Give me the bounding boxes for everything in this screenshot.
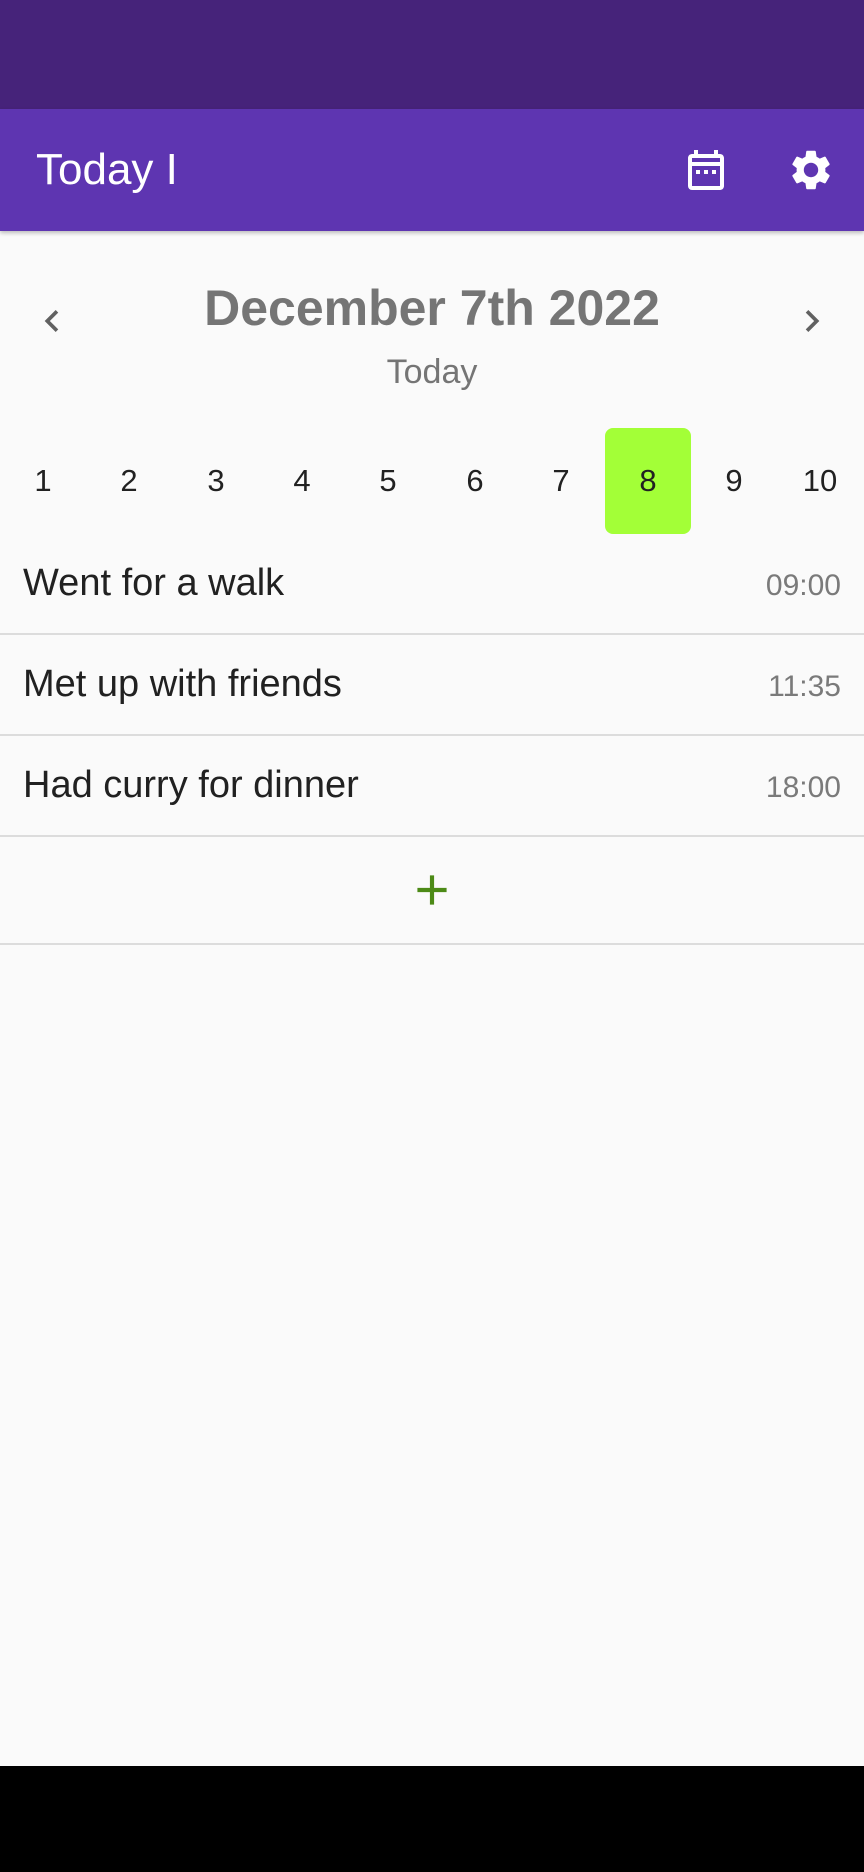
entry-time: 09:00 — [765, 569, 841, 602]
system-navigation-bar — [0, 1766, 864, 1872]
day-item[interactable]: 6 — [432, 428, 518, 534]
chevron-right-icon — [805, 310, 820, 332]
entry-text: Met up with friends — [23, 663, 342, 705]
day-item[interactable]: 7 — [518, 428, 604, 534]
entry-row[interactable]: Went for a walk 09:00 — [0, 534, 864, 635]
day-item[interactable]: 3 — [173, 428, 259, 534]
day-item[interactable]: 5 — [345, 428, 431, 534]
settings-button[interactable] — [787, 146, 835, 194]
next-day-button[interactable] — [784, 293, 840, 349]
day-item[interactable]: 2 — [86, 428, 172, 534]
app-bar: Today I — [0, 109, 864, 231]
entry-row[interactable]: Had curry for dinner 18:00 — [0, 736, 864, 837]
date-header: December 7th 2022 Today — [0, 231, 864, 421]
date-subtitle: Today — [386, 353, 478, 391]
plus-icon — [417, 875, 447, 905]
entry-row[interactable]: Met up with friends 11:35 — [0, 635, 864, 736]
entry-time: 11:35 — [768, 670, 841, 703]
day-item[interactable]: 10 — [777, 428, 863, 534]
gear-icon — [792, 150, 830, 190]
entry-text: Went for a walk — [23, 562, 285, 604]
add-entry-button[interactable] — [0, 837, 864, 945]
day-item[interactable]: 8 — [605, 428, 691, 534]
status-bar — [0, 0, 864, 109]
entry-text: Had curry for dinner — [23, 764, 359, 806]
day-item[interactable]: 9 — [691, 428, 777, 534]
day-item[interactable]: 1 — [0, 428, 86, 534]
date-title: December 7th 2022 — [204, 280, 660, 336]
entry-time: 18:00 — [765, 771, 841, 804]
calendar-button[interactable] — [682, 146, 730, 194]
app-title: Today I — [36, 145, 178, 194]
calendar-icon — [688, 150, 724, 190]
day-item[interactable]: 4 — [259, 428, 345, 534]
day-selector: 1 2 3 4 5 6 7 8 9 10 — [0, 428, 864, 534]
